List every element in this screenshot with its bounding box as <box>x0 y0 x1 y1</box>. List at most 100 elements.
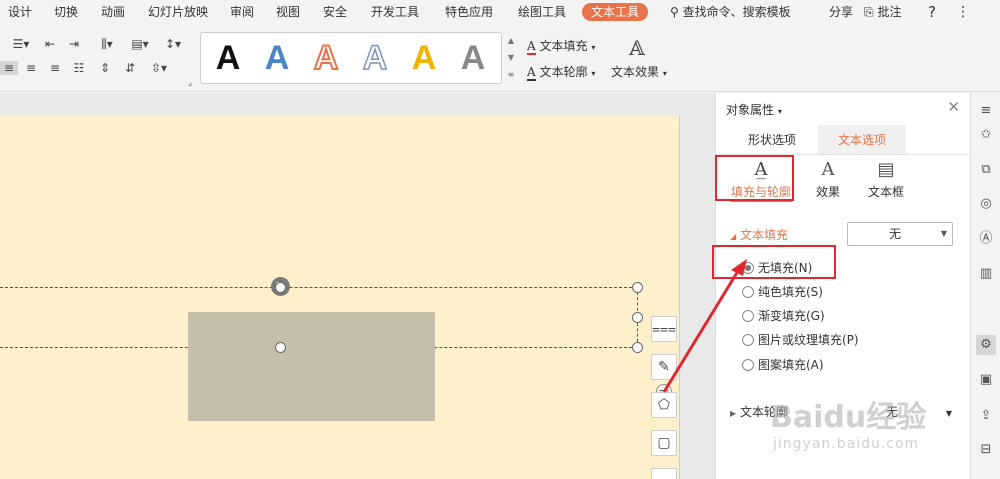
fill-dropdown-value: 无 <box>888 227 901 241</box>
radio-label: 图案填充(A) <box>758 358 824 372</box>
caret-down-icon: ◢ <box>730 232 737 241</box>
properties-icon[interactable]: ⚙ <box>976 335 996 355</box>
radio-pattern-fill[interactable]: 图案填充(A) <box>742 356 824 374</box>
text-effect-label: 文本效果 <box>611 65 660 79</box>
text-outline-label: 文本轮廓 <box>539 65 588 79</box>
wordart-style-black[interactable]: A <box>206 38 250 78</box>
menu-security[interactable]: 安全 <box>323 4 347 20</box>
menu-review[interactable]: 审阅 <box>230 4 254 20</box>
align-center-icon[interactable]: ≡ <box>22 61 40 75</box>
wordart-letter: A <box>411 39 437 77</box>
command-search[interactable]: ⚲ 查找命令、搜索模板 <box>670 4 791 20</box>
resize-handle-right[interactable] <box>632 312 643 323</box>
animation-icon[interactable]: ◎ <box>976 194 996 214</box>
comment-label: 批注 <box>877 5 902 19</box>
resize-handle-top-right[interactable] <box>632 282 643 293</box>
wordart-letter: A <box>264 39 290 77</box>
watermark-url: jingyan.baidu.com <box>773 436 920 452</box>
scroll-down-icon[interactable]: ▼ <box>505 49 517 66</box>
menu-design[interactable]: 设计 <box>8 4 32 20</box>
fill-dropdown[interactable]: 无 ▼ <box>847 222 953 246</box>
textbox-icon: ▤ <box>877 159 895 180</box>
image-icon[interactable]: ▣ <box>976 370 996 390</box>
share-button[interactable]: 分享 <box>829 4 853 20</box>
selected-shape[interactable] <box>188 312 435 421</box>
scroll-up-icon[interactable]: ▲ <box>505 32 517 49</box>
radio-picture-fill[interactable]: 图片或纹理填充(P) <box>742 331 859 349</box>
caret-right-icon: ▶ <box>730 409 737 418</box>
text-effect-button[interactable]: 文本效果 ▾ <box>611 63 667 80</box>
share-icon[interactable]: ⇪ <box>976 406 996 426</box>
menu-transition[interactable]: 切换 <box>54 4 78 20</box>
bullet-list-icon[interactable]: ☰▾ <box>8 37 34 51</box>
search-icon: ⚲ <box>670 5 679 19</box>
resize-handle-top[interactable] <box>275 282 286 293</box>
pin-icon[interactable]: ✩ <box>976 125 996 145</box>
shapes-icon[interactable]: ⧉ <box>976 160 996 180</box>
text-layout-icon[interactable]: ⩶ <box>651 316 677 342</box>
text-fill-button[interactable]: A 文本填充 ▾ <box>527 37 595 55</box>
text-fill-icon: A <box>527 39 536 55</box>
radio-solid-fill[interactable]: 纯色填充(S) <box>742 283 823 301</box>
text-direction-icon[interactable]: ⫼▾ <box>94 37 120 51</box>
menu-view[interactable]: 视图 <box>276 4 300 20</box>
menu-text-tools[interactable]: 文本工具 <box>582 3 649 21</box>
ribbon: ☰▾ ⇤ ⇥ ⫼▾ ▤▾ ↕▾ ≡ ≡ ≡ ☷ ⇕ ⇵ ⇳▾ ⌟ A A A A… <box>0 24 1000 92</box>
paragraph-spacing-icon[interactable]: ⇳▾ <box>146 61 172 75</box>
wordart-gallery: A A A A A A <box>200 32 502 84</box>
justify-icon[interactable]: ☷ <box>70 61 88 75</box>
align-right-icon[interactable]: ≡ <box>46 61 64 75</box>
subtab-textbox[interactable]: ▤ 文本框 <box>854 159 918 201</box>
fill-bucket-icon[interactable]: ⬠ <box>651 392 677 418</box>
help-button[interactable]: ? <box>928 4 936 20</box>
pen-style-icon[interactable]: ✎ <box>651 354 677 380</box>
slide-canvas[interactable]: ↻ <box>0 115 680 479</box>
text-effect-icon[interactable]: 𝔸 <box>625 36 649 60</box>
subtab-effects[interactable]: A 效果 <box>796 159 860 201</box>
line-spacing-icon[interactable]: ↕▾ <box>160 37 186 51</box>
increase-indent-icon[interactable]: ⇥ <box>64 37 84 51</box>
radio-no-fill[interactable]: 无填充(N) <box>742 259 812 277</box>
wordart-letter: A <box>460 39 486 77</box>
align-left-icon[interactable]: ≡ <box>0 61 18 75</box>
chevron-down-icon: ▾ <box>591 69 596 78</box>
section-text-fill[interactable]: ◢ 文本填充 <box>730 226 788 243</box>
expand-gallery-icon[interactable]: ≡ <box>505 66 517 83</box>
wordart-style-orange-outline[interactable]: A <box>304 38 348 78</box>
text-outline-button[interactable]: A 文本轮廓 ▾ <box>527 63 596 81</box>
tab-shape-options[interactable]: 形状选项 <box>736 125 808 155</box>
wordart-icon[interactable]: Ⓐ <box>976 229 996 249</box>
menu-drawing-tools[interactable]: 绘图工具 <box>518 4 566 20</box>
tab-text-options[interactable]: 文本选项 <box>818 125 906 155</box>
outline-icon[interactable]: ▢ <box>651 430 677 456</box>
menu-slideshow[interactable]: 幻灯片放映 <box>148 4 208 20</box>
column-spacing-icon[interactable]: ⇵ <box>120 61 140 75</box>
chart-icon[interactable]: ▥ <box>976 264 996 284</box>
resize-handle-bottom-right[interactable] <box>632 342 643 353</box>
panel-title[interactable]: 对象属性 ▾ <box>726 101 782 118</box>
decrease-indent-icon[interactable]: ⇤ <box>40 37 60 51</box>
menu-developer[interactable]: 开发工具 <box>371 4 419 20</box>
gallery-scroll[interactable]: ▲ ▼ ≡ <box>505 32 517 84</box>
drag-handle-icon[interactable]: ≡ <box>976 101 996 121</box>
menu-features[interactable]: 特色应用 <box>445 4 493 20</box>
wordart-style-gold[interactable]: A <box>402 38 446 78</box>
chevron-down-icon: ▼ <box>945 409 952 418</box>
resize-handle-bottom[interactable] <box>275 342 286 353</box>
more-tools-icon[interactable] <box>651 468 677 479</box>
align-text-icon[interactable]: ▤▾ <box>126 37 154 51</box>
section-fill-label: 文本填充 <box>739 228 788 242</box>
chevron-down-icon: ▾ <box>777 107 782 116</box>
menu-animation[interactable]: 动画 <box>101 4 125 20</box>
box-icon[interactable]: ⊟ <box>976 440 996 460</box>
menu-bar: 设计 切换 动画 幻灯片放映 审阅 视图 安全 开发工具 特色应用 绘图工具 文… <box>0 0 1000 24</box>
more-button[interactable]: ⋮ <box>956 4 970 20</box>
close-icon[interactable]: ✕ <box>947 98 960 116</box>
wordart-style-blue-outline[interactable]: A <box>353 38 397 78</box>
paragraph-dialog-icon[interactable]: ⌟ <box>186 76 194 90</box>
wordart-style-gray[interactable]: A <box>451 38 495 78</box>
comment-button[interactable]: ⎘ 批注 <box>864 4 901 20</box>
wordart-style-blue[interactable]: A <box>255 38 299 78</box>
distribute-icon[interactable]: ⇕ <box>96 61 114 75</box>
radio-gradient-fill[interactable]: 渐变填充(G) <box>742 307 825 325</box>
